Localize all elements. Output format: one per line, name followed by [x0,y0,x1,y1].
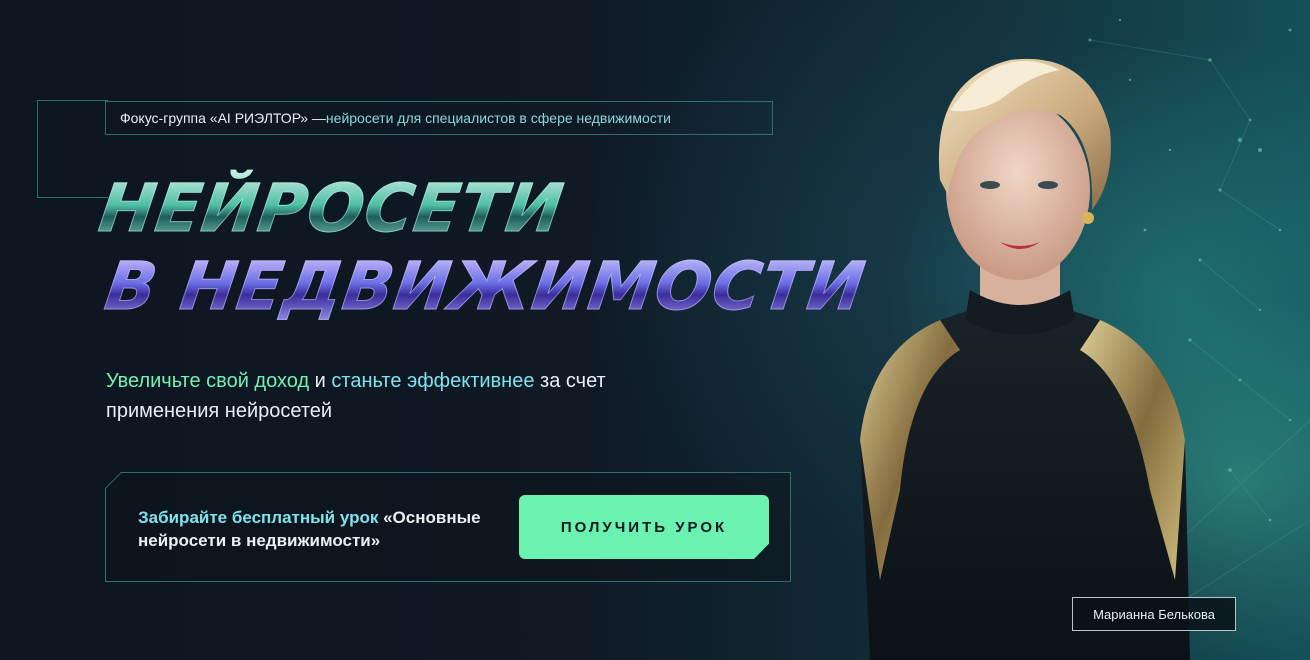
subtitle-highlight-income: Увеличьте свой доход [106,370,310,392]
free-lesson-card: Забирайте бесплатный урок «Основные нейр… [105,472,791,582]
subtitle-connector: и [309,370,332,392]
hero-subtitle: Увеличьте свой доход и станьте эффективн… [106,366,666,426]
decorative-frame [37,100,108,198]
lesson-description: Забирайте бесплатный урок «Основные нейр… [138,506,498,552]
headline-line-1: НЕЙРОСЕТИ [94,170,886,248]
focus-group-tagline: Фокус-группа «AI РИЭЛТОР» — нейросети дл… [105,101,773,135]
tagline-title: Фокус-группа «AI РИЭЛТОР» — [120,110,326,126]
subtitle-highlight-efficiency: станьте эффективнее [331,370,535,392]
page-title: НЕЙРОСЕТИ В НЕДВИЖИМОСТИ [94,170,880,326]
speaker-name-badge: Марианна Белькова [1072,597,1236,631]
headline-line-2: В НЕДВИЖИМОСТИ [100,248,886,326]
lesson-highlight: Забирайте бесплатный урок [138,508,379,527]
speaker-portrait [860,58,1190,660]
tagline-description: нейросети для специалистов в сфере недви… [325,110,671,126]
get-lesson-button[interactable]: ПОЛУЧИТЬ УРОК [519,495,769,559]
